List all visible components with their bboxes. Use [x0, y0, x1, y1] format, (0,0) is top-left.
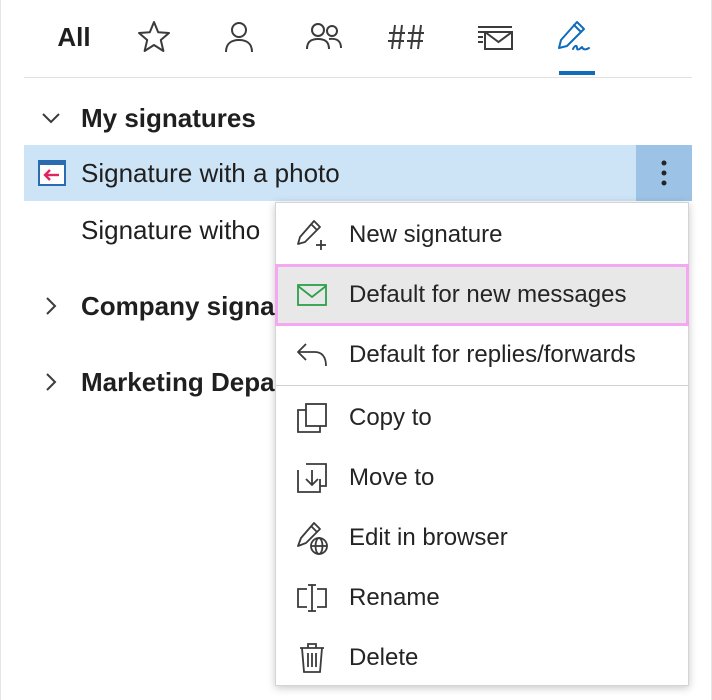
group-label: Marketing Depa	[81, 366, 275, 397]
tab-mailboxes[interactable]	[471, 14, 519, 60]
chevron-right-icon	[46, 373, 57, 391]
signature-label: Signature witho	[81, 214, 261, 245]
reply-icon	[297, 343, 327, 367]
active-tab-indicator	[559, 71, 595, 75]
signature-label: Signature with a photo	[81, 157, 340, 188]
signature-item-selected[interactable]: Signature with a photo	[24, 145, 692, 201]
tab-shared[interactable]	[304, 14, 344, 60]
signature-pen-icon	[558, 21, 590, 51]
people-icon	[306, 23, 342, 50]
trash-icon	[300, 643, 324, 673]
menu-item-move-to[interactable]: Move to	[276, 448, 688, 508]
menu-item-edit-in-browser[interactable]: Edit in browser	[276, 508, 688, 568]
hash-icon	[388, 24, 424, 50]
tab-personal[interactable]	[219, 14, 259, 60]
menu-item-label: Delete	[349, 644, 419, 671]
menu-divider	[276, 385, 688, 386]
menu-item-delete[interactable]: Delete	[276, 628, 688, 688]
menu-item-label: New signature	[349, 221, 503, 248]
menu-item-label: Edit in browser	[349, 524, 508, 551]
menu-item-label: Copy to	[349, 404, 432, 431]
star-icon	[138, 21, 170, 52]
more-options-button[interactable]	[636, 145, 692, 201]
tab-favorites[interactable]	[134, 14, 174, 60]
mail-stack-icon	[478, 26, 513, 50]
menu-item-default-replies[interactable]: Default for replies/forwards	[276, 325, 688, 385]
more-vertical-icon	[661, 160, 667, 186]
tab-hashtags[interactable]	[387, 14, 427, 60]
menu-item-label: Default for new messages	[349, 281, 627, 308]
person-icon	[225, 22, 253, 53]
group-my-signatures[interactable]: My signatures	[24, 90, 692, 146]
chevron-down-icon	[42, 113, 60, 124]
menu-item-label: Rename	[349, 584, 440, 611]
context-menu: New signature Default for new messages D…	[275, 202, 689, 686]
category-tabs: All	[24, 0, 692, 78]
copy-icon	[297, 403, 327, 433]
tab-all[interactable]: All	[54, 14, 94, 60]
menu-item-label: Default for replies/forwards	[349, 341, 636, 368]
move-icon	[297, 463, 327, 493]
menu-item-new-signature[interactable]: New signature	[276, 205, 688, 265]
pen-add-icon	[297, 220, 326, 250]
menu-item-default-new-messages[interactable]: Default for new messages	[275, 264, 689, 326]
menu-item-copy-to[interactable]: Copy to	[276, 388, 688, 448]
rename-icon	[297, 584, 327, 612]
menu-item-rename[interactable]: Rename	[276, 568, 688, 628]
group-label: Company signa	[81, 290, 275, 321]
group-label: My signatures	[81, 102, 256, 133]
signature-default-icon	[38, 160, 66, 186]
signatures-panel: All My signatures Signature with a photo…	[0, 0, 712, 700]
tab-signatures[interactable]	[554, 14, 594, 60]
chevron-right-icon	[46, 297, 57, 315]
edit-globe-icon	[297, 522, 328, 555]
menu-item-label: Move to	[349, 464, 435, 491]
mail-icon	[297, 284, 327, 306]
